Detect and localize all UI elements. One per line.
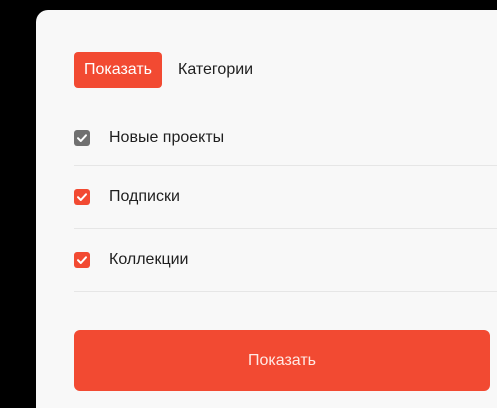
show-button[interactable]: Показать [74,330,490,391]
option-subscriptions[interactable]: Подписки [74,166,497,229]
option-label-subscriptions: Подписки [109,188,180,205]
filter-options-list: Новые проекты Подписки Коллекции [74,110,497,292]
option-collections[interactable]: Коллекции [74,229,497,292]
tab-show[interactable]: Показать [74,52,163,88]
tab-categories[interactable]: Категории [162,52,263,88]
check-icon [77,193,87,201]
option-label-collections: Коллекции [109,251,189,268]
check-icon [77,256,87,264]
filter-panel: Показать Категории Новые проекты Подписк… [36,10,497,408]
option-label-new-projects: Новые проекты [109,128,225,146]
check-icon [77,133,87,142]
filter-tabs: Показать Категории [74,52,263,88]
new-projects-checkbox[interactable] [74,129,90,146]
collections-checkbox[interactable] [74,252,90,268]
subscriptions-checkbox[interactable] [74,189,90,205]
option-new-projects[interactable]: Новые проекты [74,110,497,166]
